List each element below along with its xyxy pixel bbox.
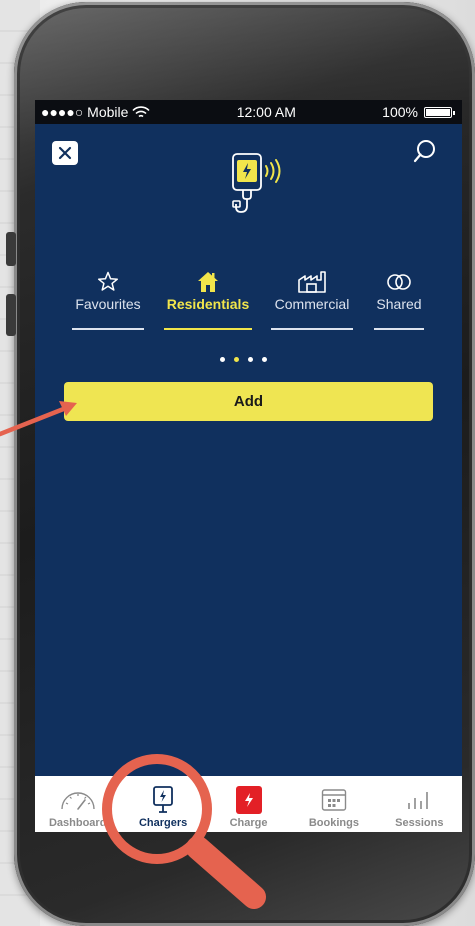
nav-sessions[interactable]: Sessions [377, 776, 462, 832]
tab-underline [164, 328, 252, 330]
page-dot[interactable] [262, 357, 267, 362]
page-dot[interactable] [248, 357, 253, 362]
factory-icon [298, 271, 326, 293]
page-dot-active[interactable] [234, 357, 239, 362]
tab-shared[interactable]: Shared [374, 270, 424, 330]
bar-chart-icon [408, 792, 429, 809]
tab-favourites[interactable]: Favourites [72, 270, 144, 330]
close-icon [58, 146, 72, 160]
battery-percent: 100% [382, 104, 418, 120]
battery-icon [423, 106, 455, 118]
close-button[interactable] [52, 141, 78, 165]
rings-icon [387, 274, 411, 290]
tab-label: Commercial [274, 296, 350, 312]
tab-underline [374, 328, 424, 330]
carrier-label: ●●●●○ Mobile [41, 104, 129, 120]
wifi-icon [132, 105, 151, 117]
nav-label: Sessions [395, 817, 444, 829]
tab-label: Favourites [75, 296, 141, 312]
phone-side-button [6, 294, 16, 336]
app-screen: ●●●●○ Mobile 12:00 AM 100% Favourites Re… [35, 100, 462, 832]
clock: 12:00 AM [236, 104, 296, 120]
tab-underline [72, 328, 144, 330]
status-bar: ●●●●○ Mobile 12:00 AM 100% [35, 100, 462, 124]
charger-wireless-icon [232, 153, 281, 213]
house-icon [198, 272, 218, 292]
tab-label: Residentials [166, 296, 250, 312]
add-button[interactable]: Add [64, 382, 433, 421]
page-indicator [220, 357, 267, 362]
page-dot[interactable] [220, 357, 225, 362]
category-tabs: Favourites Residentials Commercial Share… [69, 270, 429, 330]
search-icon [413, 140, 435, 163]
speedometer-icon [61, 792, 95, 810]
annotation-magnifier [102, 754, 266, 909]
nav-label: Bookings [308, 817, 359, 829]
search-button[interactable] [411, 138, 439, 166]
tab-residentials[interactable]: Residentials [164, 270, 252, 330]
hero-charger-icon [221, 152, 293, 224]
phone-volume-button [6, 232, 16, 266]
calendar-icon [321, 789, 347, 811]
tab-underline [271, 328, 353, 330]
tab-label: Shared [376, 296, 422, 312]
nav-bookings[interactable]: Bookings [291, 776, 376, 832]
star-icon [97, 271, 119, 291]
annotation-arrow [0, 401, 77, 437]
tab-commercial[interactable]: Commercial [271, 270, 353, 330]
